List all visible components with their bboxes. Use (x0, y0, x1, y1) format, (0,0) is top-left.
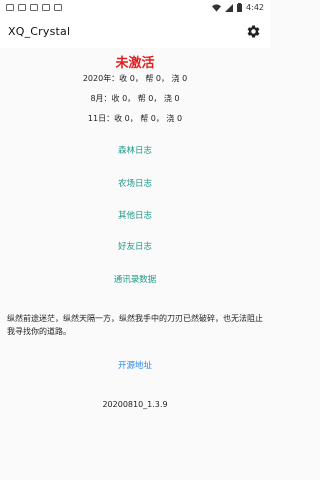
friend-log-link[interactable]: 好友日志 (0, 240, 270, 252)
app-bar: XQ_Crystal (0, 15, 270, 48)
system-icons: 4:42 (212, 3, 264, 12)
notification-icon (30, 4, 38, 11)
notification-icon (18, 4, 26, 11)
gear-icon (247, 25, 259, 38)
year-stats: 2020年：收 0， 帮 0， 浇 0 (82, 74, 188, 83)
notification-icons (6, 4, 62, 11)
poem-text: 纵然前途迷茫，纵然天隔一方，纵然我手中的刀刃已然破碎，也无法阻止我寻找你的道路。 (7, 314, 263, 336)
notification-icon (6, 4, 14, 11)
source-code-link[interactable]: 开源地址 (0, 359, 270, 371)
battery-icon (237, 3, 243, 12)
status-time: 4:42 (246, 3, 264, 12)
wifi-icon (212, 3, 222, 12)
settings-button[interactable] (244, 23, 262, 41)
forest-log-link[interactable]: 森林日志 (0, 144, 270, 156)
other-log-link[interactable]: 其他日志 (0, 209, 270, 221)
notification-icon (54, 4, 62, 11)
day-stats: 11日：收 0， 帮 0， 浇 0 (87, 114, 183, 123)
main-content: 未激活 2020年：收 0， 帮 0， 浇 0 8月：收 0， 帮 0， 浇 0… (0, 48, 270, 480)
activation-status: 未激活 (115, 56, 155, 71)
month-stats: 8月：收 0， 帮 0， 浇 0 (90, 94, 180, 103)
notification-icon (42, 4, 50, 11)
version-text: 20200810_1.3.9 (102, 400, 168, 409)
app-title: XQ_Crystal (8, 25, 71, 38)
signal-icon (225, 3, 234, 12)
contacts-data-link[interactable]: 通讯录数据 (0, 273, 270, 285)
farm-log-link[interactable]: 农场日志 (0, 177, 270, 189)
status-bar: 4:42 (0, 0, 270, 15)
